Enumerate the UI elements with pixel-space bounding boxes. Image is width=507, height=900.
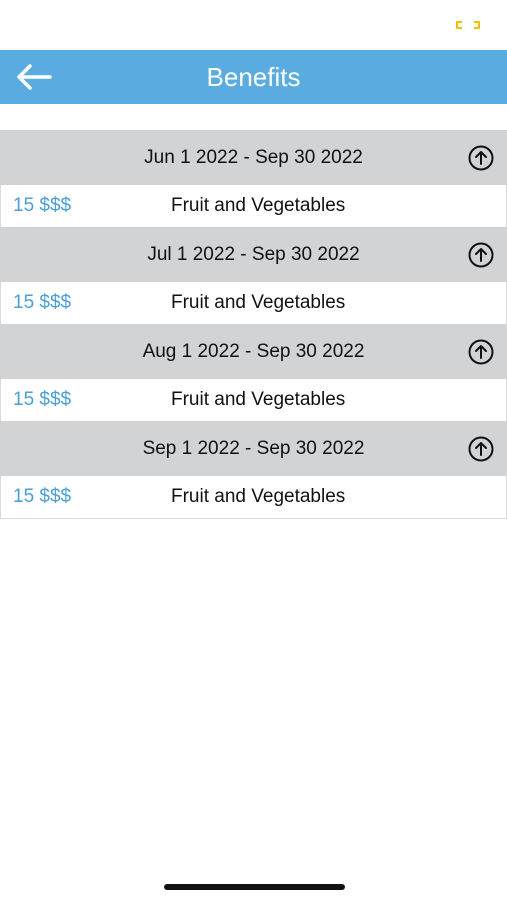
camera-indicator-icon (456, 21, 480, 29)
benefit-amount: 15 $$$ (13, 195, 72, 216)
arrow-up-circle-icon[interactable] (467, 241, 495, 269)
period-header[interactable]: Jul 1 2022 - Sep 30 2022 (0, 227, 507, 282)
arrow-up-circle-icon[interactable] (467, 435, 495, 463)
period-date-range: Aug 1 2022 - Sep 30 2022 (142, 341, 365, 362)
period-date-range: Sep 1 2022 - Sep 30 2022 (142, 438, 365, 459)
period-header[interactable]: Aug 1 2022 - Sep 30 2022 (0, 324, 507, 379)
benefit-name: Fruit and Vegetables (171, 195, 346, 216)
benefit-name: Fruit and Vegetables (171, 486, 346, 507)
benefits-screen: Benefits Jun 1 2022 - Sep 30 2022 15 $$$… (0, 0, 507, 900)
benefit-amount: 15 $$$ (13, 292, 72, 313)
benefit-item-row[interactable]: 15 $$$ Fruit and Vegetables (0, 379, 507, 421)
benefit-amount: 15 $$$ (13, 389, 72, 410)
period-header[interactable]: Jun 1 2022 - Sep 30 2022 (0, 130, 507, 185)
benefit-amount: 15 $$$ (13, 486, 72, 507)
benefit-period-group: Sep 1 2022 - Sep 30 2022 15 $$$ Fruit an… (0, 421, 507, 519)
benefit-name: Fruit and Vegetables (171, 389, 346, 410)
app-header: Benefits (0, 50, 507, 104)
benefit-item-row[interactable]: 15 $$$ Fruit and Vegetables (0, 476, 507, 519)
arrow-up-circle-icon[interactable] (467, 144, 495, 172)
benefit-item-row[interactable]: 15 $$$ Fruit and Vegetables (0, 282, 507, 324)
benefit-period-group: Jul 1 2022 - Sep 30 2022 15 $$$ Fruit an… (0, 227, 507, 324)
period-date-range: Jul 1 2022 - Sep 30 2022 (147, 244, 360, 265)
benefit-item-row[interactable]: 15 $$$ Fruit and Vegetables (0, 185, 507, 227)
period-date-range: Jun 1 2022 - Sep 30 2022 (144, 147, 363, 168)
benefit-period-group: Aug 1 2022 - Sep 30 2022 15 $$$ Fruit an… (0, 324, 507, 421)
period-header[interactable]: Sep 1 2022 - Sep 30 2022 (0, 421, 507, 476)
page-title: Benefits (206, 62, 301, 92)
status-bar (0, 0, 507, 50)
benefits-list: Jun 1 2022 - Sep 30 2022 15 $$$ Fruit an… (0, 130, 507, 519)
benefit-period-group: Jun 1 2022 - Sep 30 2022 15 $$$ Fruit an… (0, 130, 507, 227)
arrow-up-circle-icon[interactable] (467, 338, 495, 366)
benefit-name: Fruit and Vegetables (171, 292, 346, 313)
home-indicator[interactable] (164, 884, 345, 890)
